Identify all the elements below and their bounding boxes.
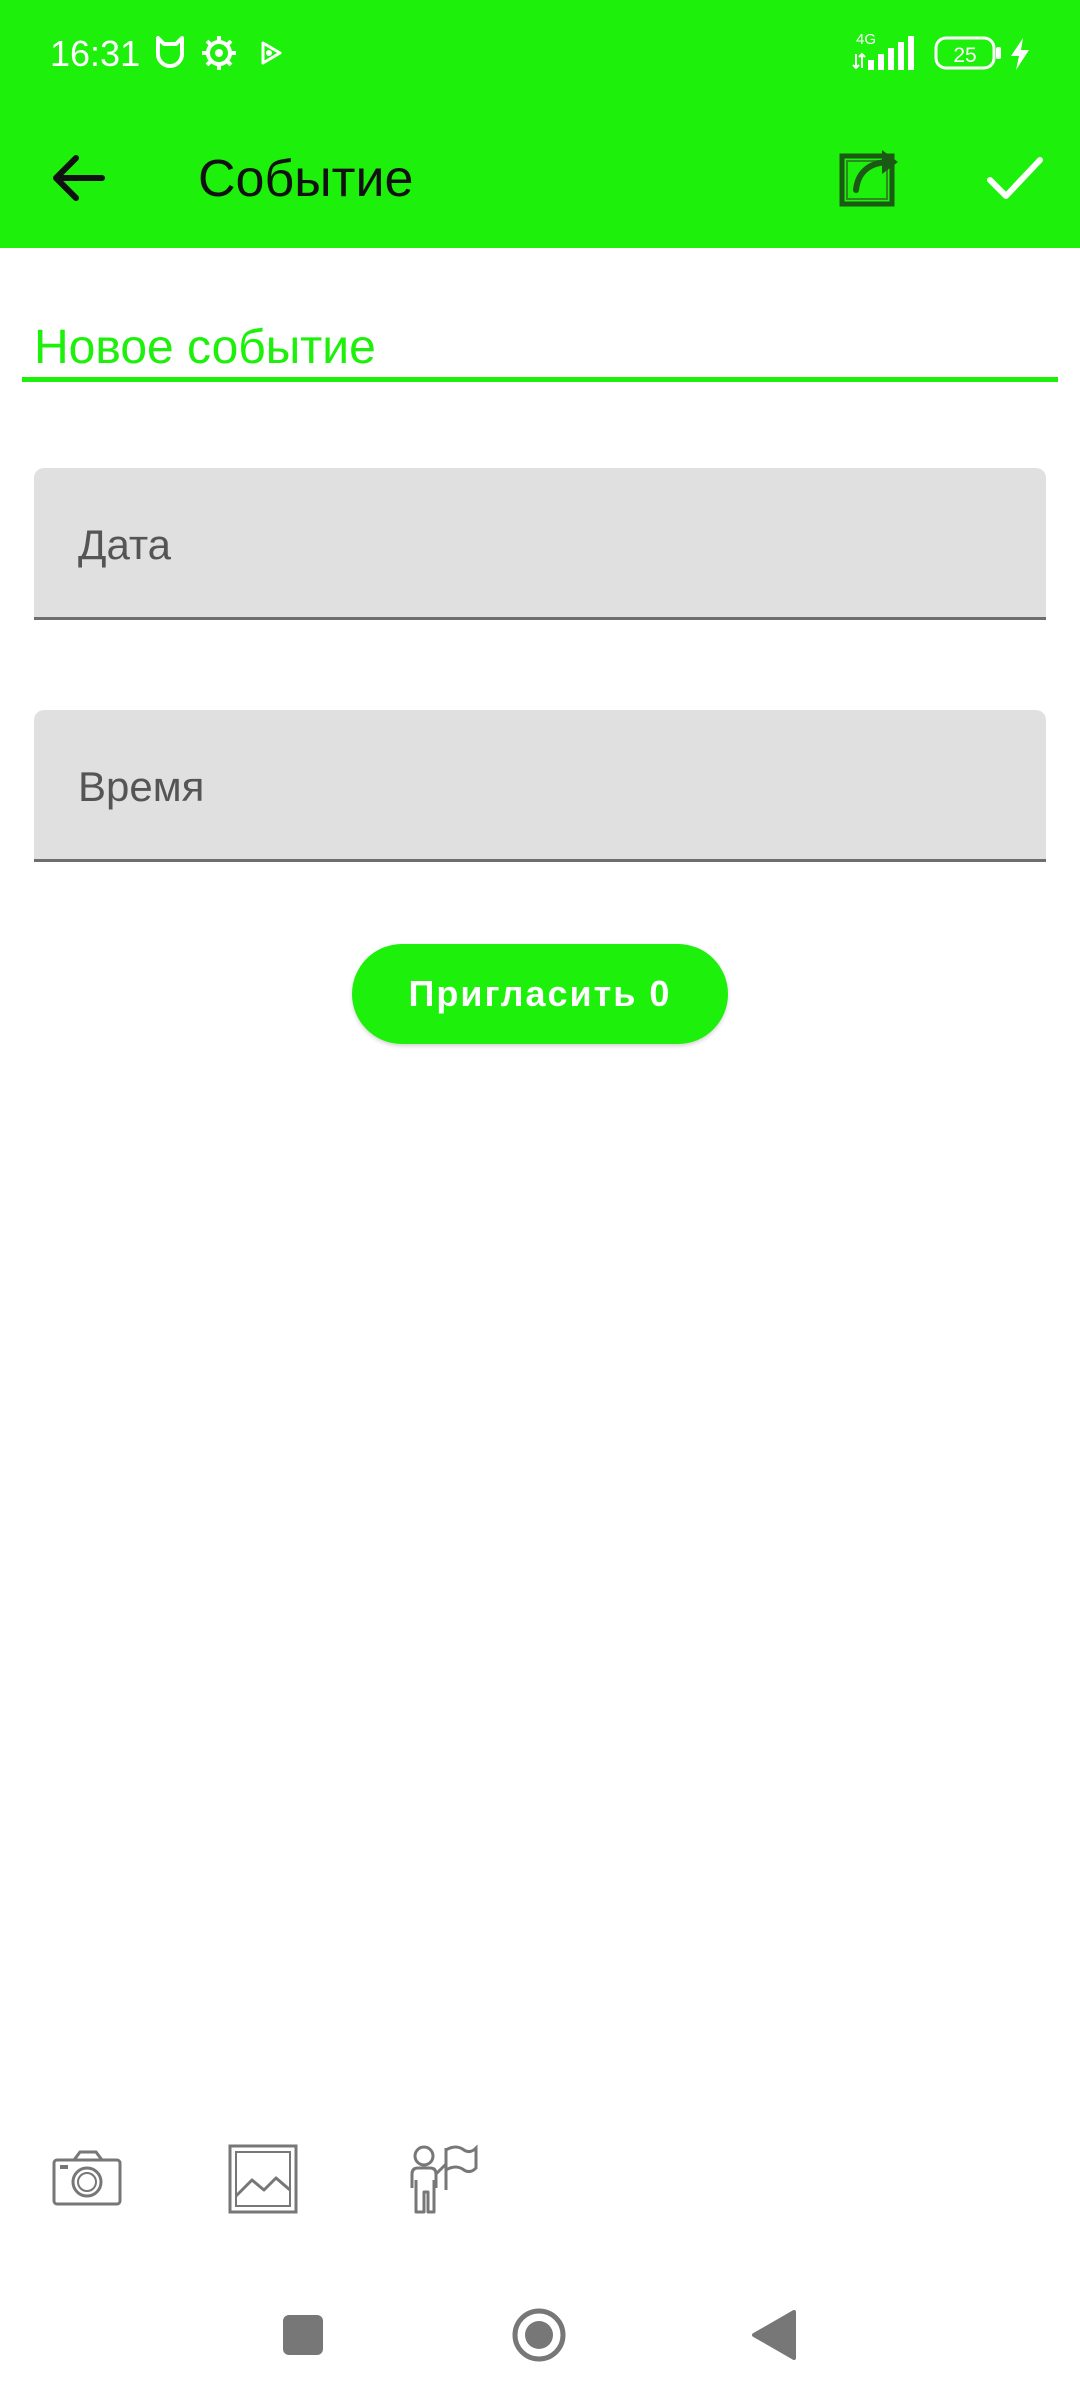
status-bar: 16:31 4G 25 [0, 0, 1080, 108]
gallery-button[interactable] [224, 2140, 304, 2220]
event-title-field[interactable]: Новое событие [22, 310, 1058, 382]
signal-icon: 4G [852, 30, 924, 79]
nav-back-button[interactable] [740, 2300, 810, 2370]
status-time: 16:31 [50, 33, 141, 74]
time-field[interactable]: Время [34, 710, 1046, 862]
date-placeholder: Дата [78, 521, 172, 568]
network-type: 4G [856, 31, 876, 48]
back-icon [740, 2310, 810, 2374]
check-icon [974, 157, 1054, 222]
charging-icon [1008, 36, 1032, 77]
back-button[interactable] [40, 138, 120, 218]
battery-icon: 25 [934, 36, 1004, 77]
play-icon [258, 40, 284, 71]
person-flag-icon [400, 2144, 480, 2224]
share-button[interactable] [832, 136, 912, 216]
date-field[interactable]: Дата [34, 468, 1046, 620]
time-placeholder: Время [78, 763, 205, 810]
home-button[interactable] [504, 2300, 574, 2370]
recent-apps-button[interactable] [268, 2300, 338, 2370]
invite-button[interactable]: Пригласить 0 [352, 944, 728, 1044]
cat-icon [152, 34, 188, 75]
participant-button[interactable] [400, 2140, 480, 2220]
gear-icon [200, 34, 238, 77]
event-screen: 16:31 4G 25 Событие Новое событие Дата В… [0, 0, 1080, 2400]
camera-button[interactable] [48, 2140, 128, 2220]
image-icon [224, 2144, 304, 2224]
home-icon [504, 2308, 574, 2374]
battery-level: 25 [953, 44, 976, 67]
save-button[interactable] [974, 138, 1054, 218]
share-icon [832, 150, 912, 220]
recent-apps-icon [268, 2315, 338, 2374]
camera-icon [48, 2150, 128, 2224]
back-arrow-icon [40, 155, 120, 222]
page-title: Событие [198, 150, 414, 208]
event-title-input[interactable]: Новое событие [34, 320, 376, 376]
app-bar: Событие [0, 108, 1080, 248]
